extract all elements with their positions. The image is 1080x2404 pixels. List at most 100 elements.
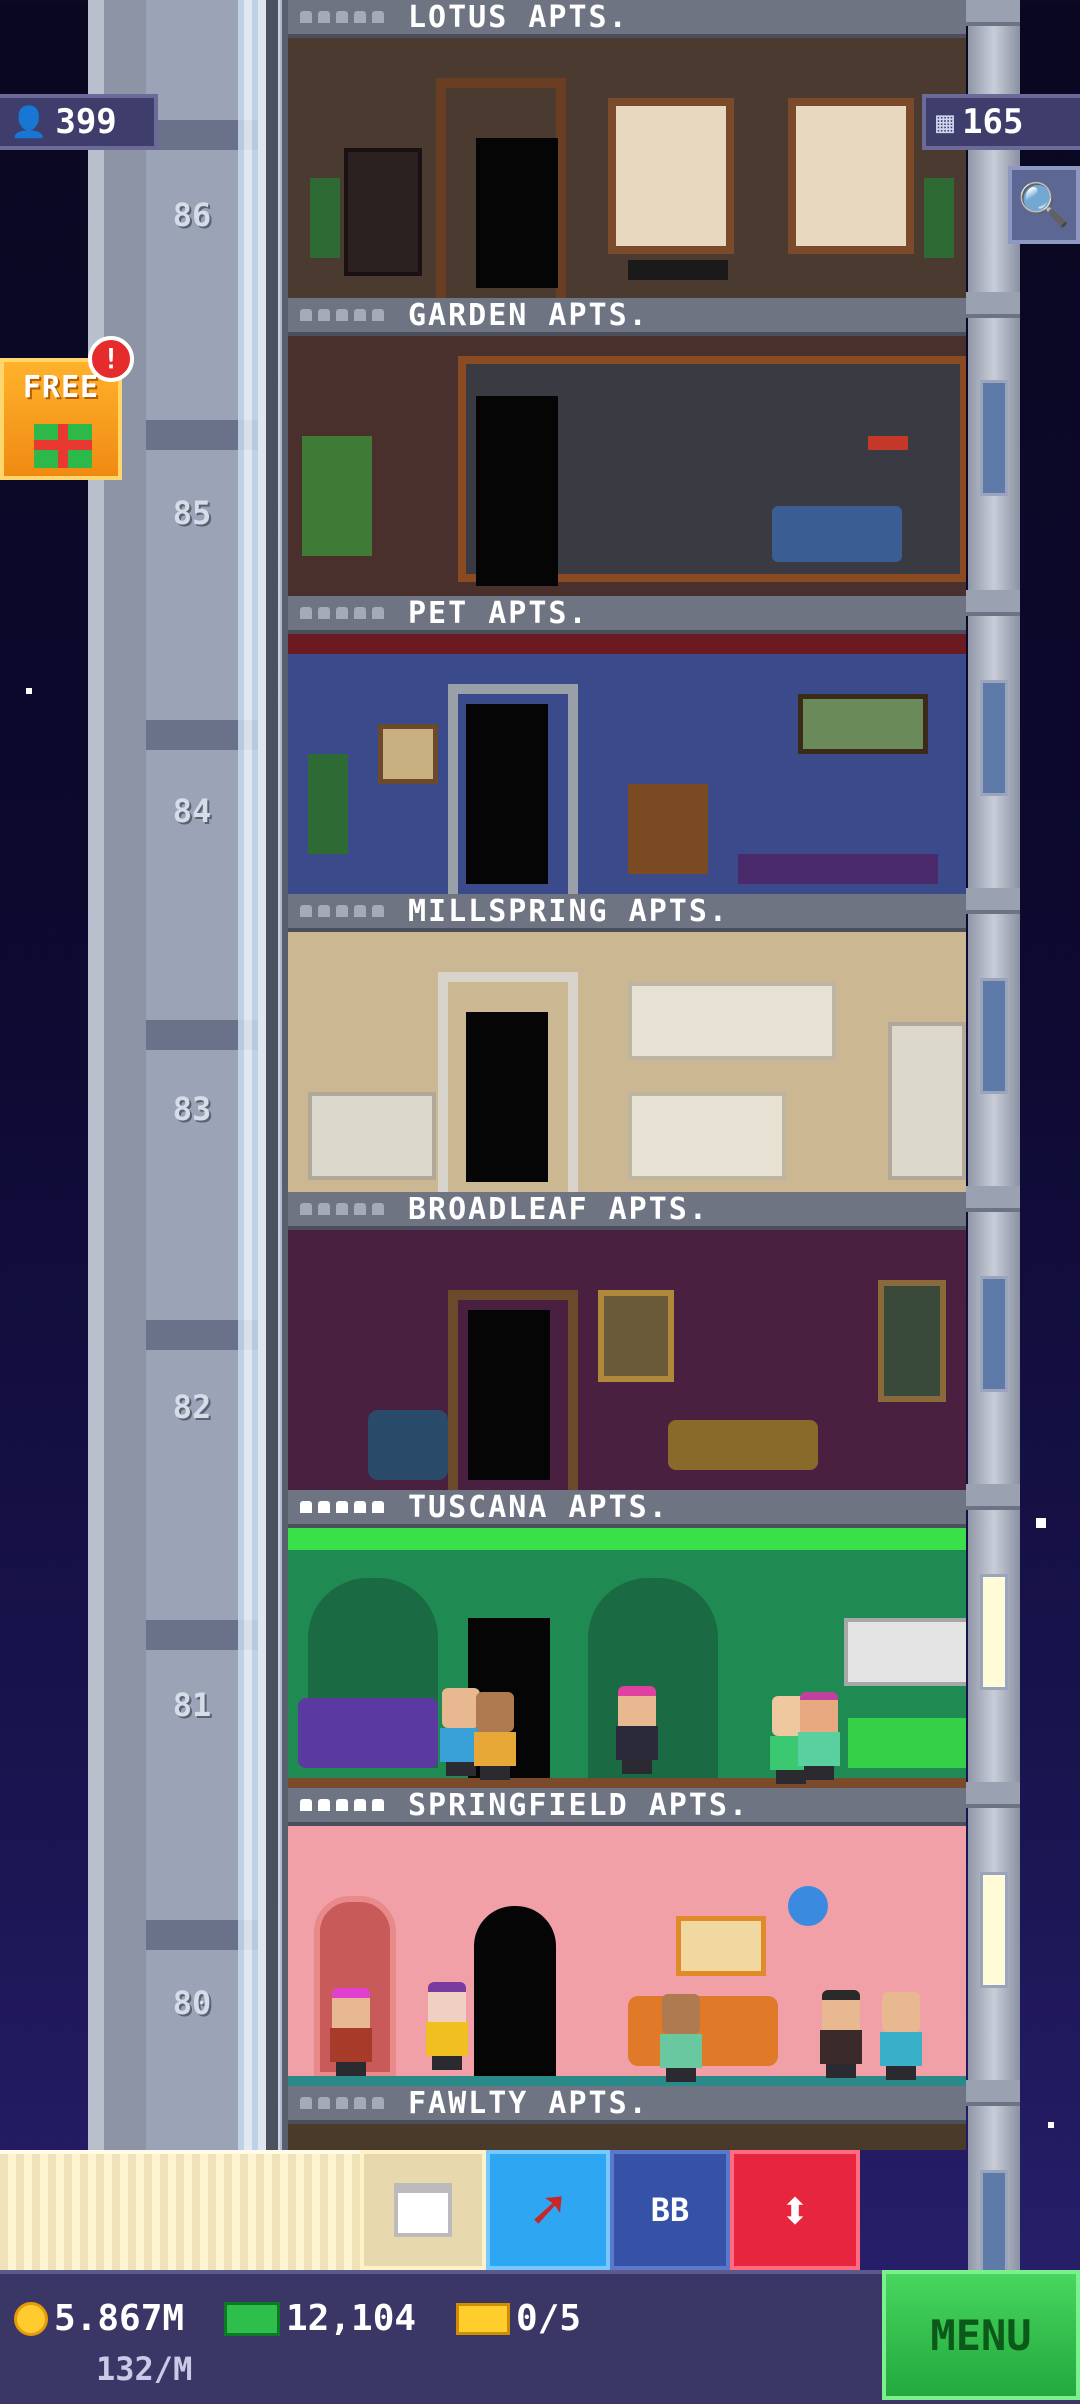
occupancy-dots [300,1799,384,1811]
chaise-lounge [668,1420,818,1470]
counter [628,1092,786,1180]
menu-button[interactable]: MENU [882,2270,1080,2400]
occupancy-dot [300,11,312,23]
bitizen[interactable] [424,1982,470,2070]
floor-name: TUSCANA APTS. [408,1489,669,1525]
floor-name: LOTUS APTS. [408,0,629,35]
ledge [960,1484,1020,1510]
elevator-button[interactable]: ⬍ [730,2150,860,2270]
inventory-box-button[interactable] [360,2150,486,2270]
occupancy-dots [300,11,384,23]
bitizen[interactable] [614,1686,660,1774]
wall-trim [288,1528,966,1550]
occupancy-dot [372,1799,384,1811]
occupancy-dot [354,1203,366,1215]
occupancy-dots [300,905,384,917]
blue-sofa [772,506,902,562]
floor-pet-apts[interactable]: PET APTS. [282,596,966,896]
star [1036,1518,1046,1528]
floor-fawlty-apts[interactable]: FAWLTY APTS. [282,2086,966,2150]
magnifier-icon: 🔍 [1017,180,1071,229]
ticket-icon [456,2302,510,2335]
occupancy-dot [354,309,366,321]
floor-lamp [788,1886,828,1926]
shaft-rail [266,0,278,2150]
ledge [960,1782,1020,1808]
shoji-window [788,98,914,254]
star [1048,2122,1054,2128]
bitizen[interactable] [658,1994,704,2082]
occupancy-dot [300,2097,312,2109]
plant [302,436,372,556]
green-counter [848,1718,966,1768]
occupancy-dot [318,1203,330,1215]
box-icon [394,2183,452,2237]
picture-frame [598,1290,674,1382]
door [476,396,558,586]
bb-button[interactable]: BB [610,2150,730,2270]
bitizen[interactable] [818,1990,864,2078]
floor-broadleaf-apts[interactable]: BROADLEAF APTS. [282,1192,966,1492]
floor-millspring-apts[interactable]: MILLSPRING APTS. [282,894,966,1194]
aquarium [798,694,928,754]
occupancy-dot [354,2097,366,2109]
coin-icon [14,2301,48,2336]
occupancy-dot [318,607,330,619]
occupancy-dot [372,11,384,23]
pet-cabinet [628,784,708,874]
bitizen[interactable] [878,1992,924,2080]
shaft-rail [88,0,104,2150]
door [474,1906,556,2076]
floor-name: FAWLTY APTS. [408,2085,649,2121]
window [980,1276,1008,1392]
bitizen[interactable] [328,1988,374,2076]
bitizen[interactable] [796,1692,842,1780]
floor-name: BROADLEAF APTS. [408,1191,709,1227]
floors-chip[interactable]: ▦ 165 [922,94,1080,150]
population-chip[interactable]: 👤 399 [0,94,158,150]
building-icon: ▦ [936,104,955,140]
bux-stat[interactable]: 12,104 [224,2298,416,2339]
picture-frame [878,1280,946,1402]
occupancy-dot [336,1203,348,1215]
occupancy-dot [318,2097,330,2109]
floor-header: PET APTS. [288,596,966,634]
coins-stat[interactable]: 5.867M [14,2298,184,2339]
occupancy-dots [300,1203,384,1215]
occupancy-dot [336,1501,348,1513]
bitizen-finder-button[interactable]: ➚ [486,2150,610,2270]
elevator-shaft[interactable] [88,0,296,2150]
floor-number: 82 [172,1388,212,1426]
bookshelf [344,148,422,276]
floor-header: GARDEN APTS. [288,298,966,336]
income-value: 132/M [96,2350,193,2388]
toolbar-strip [0,2150,360,2274]
window [980,380,1008,496]
tickets-stat[interactable]: 0/5 [456,2298,581,2339]
lamp [868,436,908,450]
door [466,704,548,884]
occupancy-dot [318,309,330,321]
ledge [960,292,1020,318]
floor-header: TUSCANA APTS. [288,1490,966,1528]
floor-tuscana-apts[interactable]: TUSCANA APTS. [282,1490,966,1790]
room-interior [288,38,966,300]
ledge [960,0,1020,26]
search-button[interactable]: 🔍 [1008,166,1080,244]
occupancy-dots [300,2097,384,2109]
purple-sofa [298,1698,438,1768]
ledge [960,888,1020,914]
armchair [368,1410,448,1480]
floor-lotus-apts[interactable]: LOTUS APTS. [282,0,966,300]
floor-header: MILLSPRING APTS. [288,894,966,932]
room-interior [288,634,966,896]
floor-springfield-apts[interactable]: SPRINGFIELD APTS. [282,1788,966,2088]
wall-trim [288,634,966,654]
bitizen[interactable] [472,1692,518,1780]
occupancy-dot [336,11,348,23]
floor-garden-apts[interactable]: GARDEN APTS. [282,298,966,598]
menu-label: MENU [930,2310,1032,2360]
room-interior [288,932,966,1194]
floor-number: 86 [172,196,212,234]
occupancy-dot [336,2097,348,2109]
